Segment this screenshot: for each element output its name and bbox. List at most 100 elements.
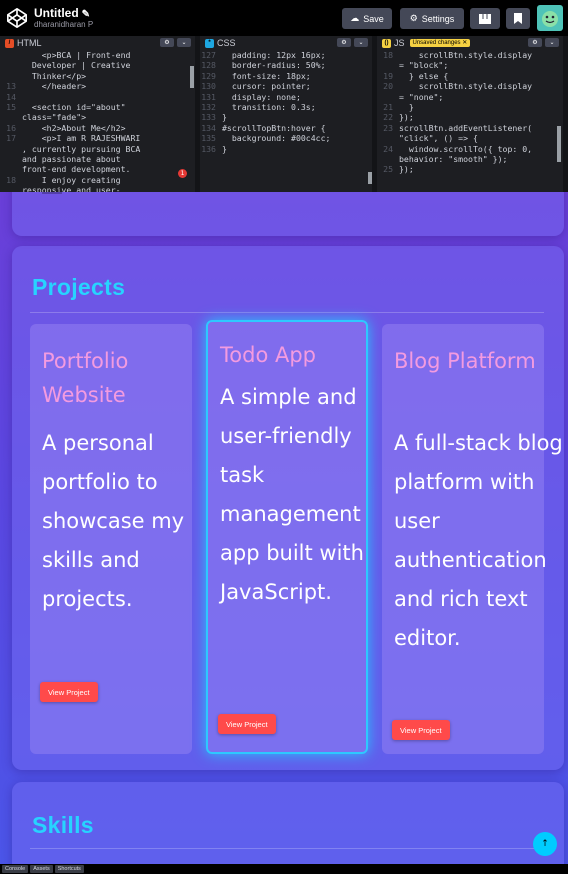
unsaved-changes-badge: Unsaved changes ✕: [409, 39, 471, 47]
code-line[interactable]: 13 </header>: [0, 81, 195, 91]
code-text: cursor: pointer;: [222, 81, 311, 92]
code-text: </header>: [22, 81, 87, 92]
line-number: 19: [383, 70, 393, 81]
line-number: [377, 92, 399, 102]
code-line[interactable]: and passionate about: [0, 154, 195, 164]
scroll-to-top-button[interactable]: ↑: [533, 832, 557, 856]
html-scrollbar[interactable]: [190, 66, 194, 88]
css-editor-pane[interactable]: * CSS ⚙ ⌄ 127 padding: 12px 16px; 128 bor…: [200, 36, 377, 192]
code-line[interactable]: <p>BCA | Front-end: [0, 50, 195, 60]
code-line[interactable]: 15 <section id="about": [0, 102, 195, 112]
skills-heading: Skills: [32, 812, 94, 838]
code-line[interactable]: 14: [0, 92, 195, 102]
line-number: 135: [201, 133, 216, 144]
gear-icon[interactable]: ⚙: [337, 38, 351, 47]
code-line[interactable]: 134 #scrollTopBtn:hover {: [200, 123, 372, 133]
line-number: 17: [6, 133, 16, 144]
assets-button[interactable]: Assets: [30, 865, 53, 873]
js-code-area[interactable]: 18 scrollBtn.style.display = "block"; 19 }…: [377, 50, 563, 192]
view-project-button[interactable]: View Project: [392, 720, 450, 740]
settings-button[interactable]: ⚙ Settings: [400, 8, 464, 29]
avatar[interactable]: [537, 5, 563, 31]
chevron-down-icon[interactable]: ⌄: [545, 38, 559, 47]
pin-button[interactable]: [506, 8, 530, 29]
chevron-down-icon[interactable]: ⌄: [177, 38, 191, 47]
code-line[interactable]: behavior: "smooth" });: [377, 154, 563, 164]
code-line[interactable]: 130 cursor: pointer;: [200, 81, 372, 91]
gear-icon[interactable]: ⚙: [528, 38, 542, 47]
change-view-button[interactable]: [470, 8, 500, 29]
code-text: border-radius: 50%;: [222, 60, 326, 71]
code-line[interactable]: 20 scrollBtn.style.display: [377, 81, 563, 91]
code-line[interactable]: 23 scrollBtn.addEventListener(: [377, 123, 563, 133]
css-scrollbar[interactable]: [368, 172, 372, 184]
owner-name[interactable]: dharanidharan P: [34, 20, 93, 29]
chevron-down-icon[interactable]: ⌄: [354, 38, 368, 47]
code-line[interactable]: responsive and user-: [0, 185, 195, 192]
project-card-title: Todo App: [220, 343, 316, 367]
code-line[interactable]: = "none";: [377, 92, 563, 102]
avatar-face-icon: [542, 11, 558, 27]
code-line[interactable]: 128 border-radius: 50%;: [200, 60, 372, 70]
code-line[interactable]: 129 font-size: 18px;: [200, 71, 372, 81]
css-code-area[interactable]: 127 padding: 12px 16px; 128 border-radius…: [200, 50, 372, 192]
code-line[interactable]: 18 I enjoy creating: [0, 175, 195, 185]
project-card: Blog Platform A full-stack blog platform…: [382, 324, 563, 754]
code-text: Thinker</p>: [22, 70, 87, 81]
pencil-icon[interactable]: ✎: [82, 9, 90, 20]
line-number: 127: [201, 50, 216, 60]
code-line[interactable]: , currently pursuing BCA: [0, 144, 195, 154]
js-pane-controls: ⚙ ⌄: [528, 38, 559, 47]
code-text: = "none";: [399, 91, 444, 102]
line-number: [0, 50, 22, 60]
code-line[interactable]: front-end development.: [0, 164, 195, 174]
project-card-description: A personal portfolio to showcase my skil…: [42, 431, 185, 611]
line-number: 18: [6, 174, 16, 185]
save-button[interactable]: ☁ Save: [342, 8, 392, 29]
code-line[interactable]: = "block";: [377, 60, 563, 70]
code-text: <h2>About Me</h2>: [22, 122, 126, 133]
code-line[interactable]: 16 <h2>About Me</h2>: [0, 123, 195, 133]
shortcuts-button[interactable]: Shortcuts: [54, 865, 84, 873]
js-scrollbar[interactable]: [557, 126, 561, 162]
code-text: display: none;: [222, 91, 301, 102]
code-line[interactable]: Thinker</p>: [0, 71, 195, 81]
view-project-button[interactable]: View Project: [218, 714, 276, 734]
code-line[interactable]: 131 display: none;: [200, 92, 372, 102]
code-line[interactable]: 25});: [377, 164, 563, 174]
code-text: }: [222, 143, 227, 154]
code-line[interactable]: 127 padding: 12px 16px;: [200, 50, 372, 60]
code-line[interactable]: 21 }: [377, 102, 563, 112]
codepen-logo-icon[interactable]: [6, 7, 28, 29]
code-line[interactable]: 18 scrollBtn.style.display: [377, 50, 563, 60]
gear-icon[interactable]: ⚙: [160, 38, 174, 47]
html-code-area[interactable]: <p>BCA | Front-end Developer | Creative …: [0, 50, 195, 192]
code-text: } else {: [399, 70, 449, 81]
code-line[interactable]: 17 <p>I am R RAJESHWARI: [0, 133, 195, 143]
code-line[interactable]: 24 window.scrollTo({ top: 0,: [377, 144, 563, 154]
line-number: 15: [6, 102, 16, 113]
code-line[interactable]: 22});: [377, 112, 563, 122]
js-editor-pane[interactable]: () JS Unsaved changes ✕ ⚙ ⌄ 18 scrollBtn…: [377, 36, 563, 192]
error-indicator[interactable]: 1: [178, 169, 187, 178]
code-text: front-end development.: [22, 164, 131, 175]
project-title[interactable]: Untitled ✎: [34, 7, 93, 21]
project-title-block: Untitled ✎ dharanidharan P: [34, 7, 93, 29]
code-line[interactable]: "click", () => {: [377, 133, 563, 143]
code-line[interactable]: 135 background: #00c4cc;: [200, 133, 372, 143]
code-line[interactable]: 132 transition: 0.3s;: [200, 102, 372, 112]
line-number: [377, 133, 399, 143]
line-number: 13: [6, 81, 16, 92]
html-editor-pane[interactable]: / HTML ⚙ ⌄ <p>BCA | Front-end Developer …: [0, 36, 200, 192]
console-button[interactable]: Console: [2, 865, 29, 873]
code-line[interactable]: class="fade">: [0, 112, 195, 122]
code-line[interactable]: 133}: [200, 112, 372, 122]
view-project-button[interactable]: View Project: [40, 682, 98, 702]
code-line[interactable]: Developer | Creative: [0, 60, 195, 70]
code-text: scrollBtn.addEventListener(: [399, 122, 533, 133]
line-number: 21: [383, 102, 393, 113]
code-text: and passionate about: [22, 154, 121, 165]
code-line[interactable]: 136}: [200, 144, 372, 154]
code-line[interactable]: 19 } else {: [377, 71, 563, 81]
line-number: [0, 60, 22, 70]
